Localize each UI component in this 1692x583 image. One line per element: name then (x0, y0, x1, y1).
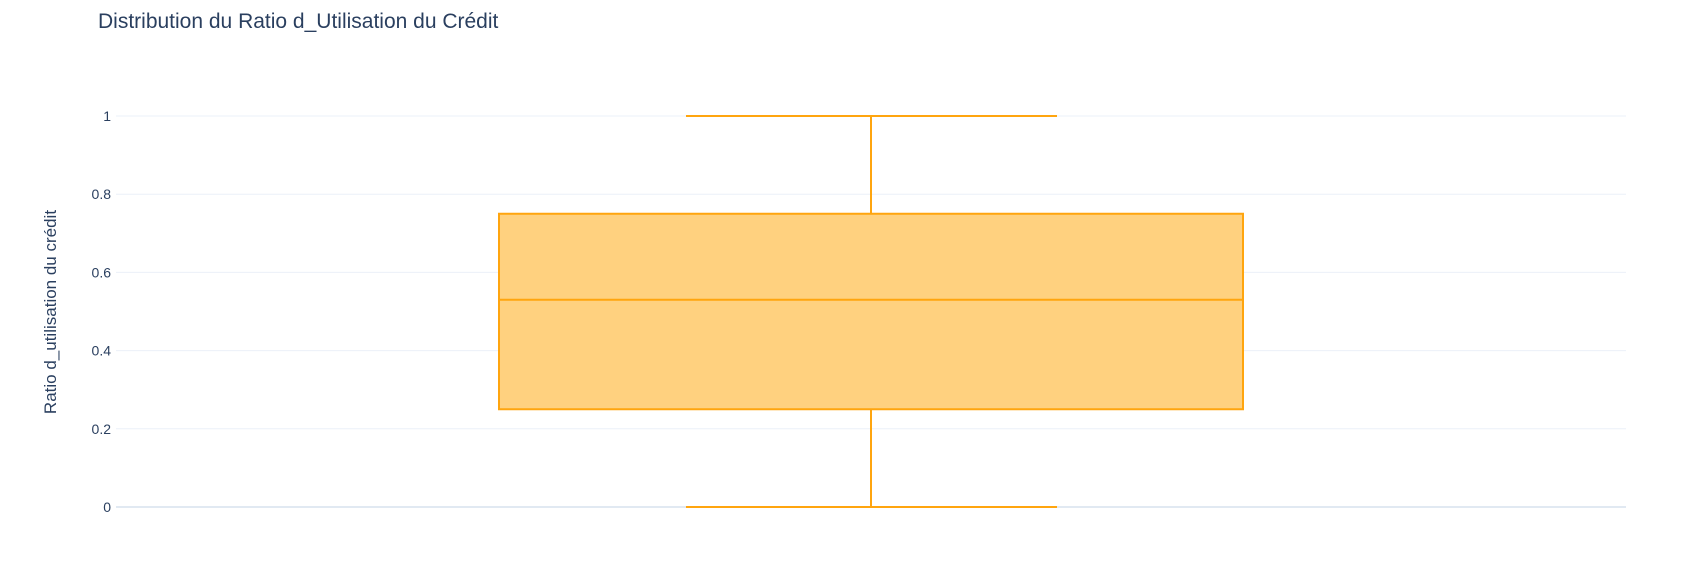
y-tick-label: 1 (103, 108, 111, 124)
box-iqr[interactable] (498, 212, 1244, 411)
y-tick-label: 0 (103, 499, 111, 515)
y-tick-label: 0.8 (92, 186, 112, 202)
y-tick-label: 0.6 (92, 264, 112, 280)
y-axis-ticks: 0 0.2 0.4 0.6 0.8 1 (92, 108, 112, 515)
y-axis-title: Ratio d_utilisation du crédit (41, 210, 60, 414)
y-tick-label: 0.2 (92, 421, 112, 437)
box-trace[interactable] (498, 115, 1244, 508)
y-tick-label: 0.4 (92, 343, 112, 359)
box-plot-chart: 0 0.2 0.4 0.6 0.8 1 Ratio d_utilisation du cr… (41, 108, 1626, 515)
